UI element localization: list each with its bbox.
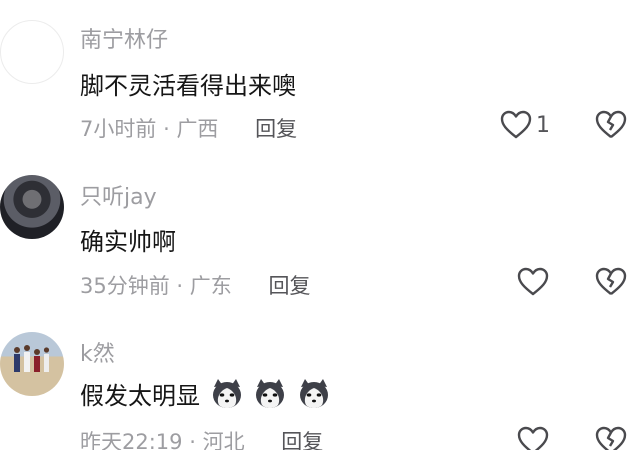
comment-location: 广西 xyxy=(176,117,219,141)
comment-text: 确实帅啊 xyxy=(80,228,176,256)
comment-meta: 昨天22:19 · 河北 回复 xyxy=(80,426,323,450)
comment-item: 只听jay 确实帅啊 35分钟前 · 广东 回复 xyxy=(0,155,640,310)
broken-heart-icon xyxy=(595,267,627,297)
avatar[interactable] xyxy=(0,332,64,396)
meta-separator: · xyxy=(163,117,170,141)
like-button[interactable] xyxy=(517,267,549,297)
comment-meta: 7小时前 · 广西 回复 xyxy=(80,113,297,143)
comment-meta: 35分钟前 · 广东 回复 xyxy=(80,270,310,300)
husky-emoji-icon xyxy=(253,377,287,411)
comment-text: 脚不灵活看得出来噢 xyxy=(80,72,296,100)
avatar[interactable] xyxy=(0,20,64,84)
comment-item: k然 假发太明显 昨天22:19 · 河北 回复 xyxy=(0,310,640,450)
comment-text: 假发太明显 xyxy=(80,376,331,411)
meta-separator: · xyxy=(189,430,196,450)
reply-button[interactable]: 回复 xyxy=(255,117,297,141)
comment-location: 河北 xyxy=(202,430,245,450)
comment-time: 昨天22:19 xyxy=(80,430,183,450)
heart-icon xyxy=(517,267,549,297)
basketball-players-figure xyxy=(14,345,50,372)
husky-emoji-icon xyxy=(297,377,331,411)
broken-heart-icon xyxy=(595,110,627,140)
avatar[interactable] xyxy=(0,175,64,239)
like-button[interactable]: 1 xyxy=(500,110,550,140)
comment-username[interactable]: 南宁林仔 xyxy=(80,22,168,54)
like-button[interactable] xyxy=(517,426,549,450)
heart-icon xyxy=(517,426,549,450)
dislike-button[interactable] xyxy=(595,110,627,140)
comment-text-content: 假发太明显 xyxy=(80,382,200,410)
reply-button[interactable]: 回复 xyxy=(281,430,323,450)
comment-item: 南宁林仔 脚不灵活看得出来噢 7小时前 · 广西 回复 1 xyxy=(0,0,640,155)
heart-icon xyxy=(500,110,532,140)
comment-time: 7小时前 xyxy=(80,117,157,141)
broken-heart-icon xyxy=(595,426,627,450)
like-count: 1 xyxy=(536,112,550,138)
meta-separator: · xyxy=(176,274,184,298)
comment-location: 广东 xyxy=(189,274,232,298)
dislike-button[interactable] xyxy=(595,426,627,450)
dislike-button[interactable] xyxy=(595,267,627,297)
comment-username[interactable]: k然 xyxy=(80,336,115,368)
comment-username[interactable]: 只听jay xyxy=(80,179,157,211)
reply-button[interactable]: 回复 xyxy=(268,274,310,298)
husky-emoji-icon xyxy=(210,377,244,411)
comment-time: 35分钟前 xyxy=(80,274,170,298)
